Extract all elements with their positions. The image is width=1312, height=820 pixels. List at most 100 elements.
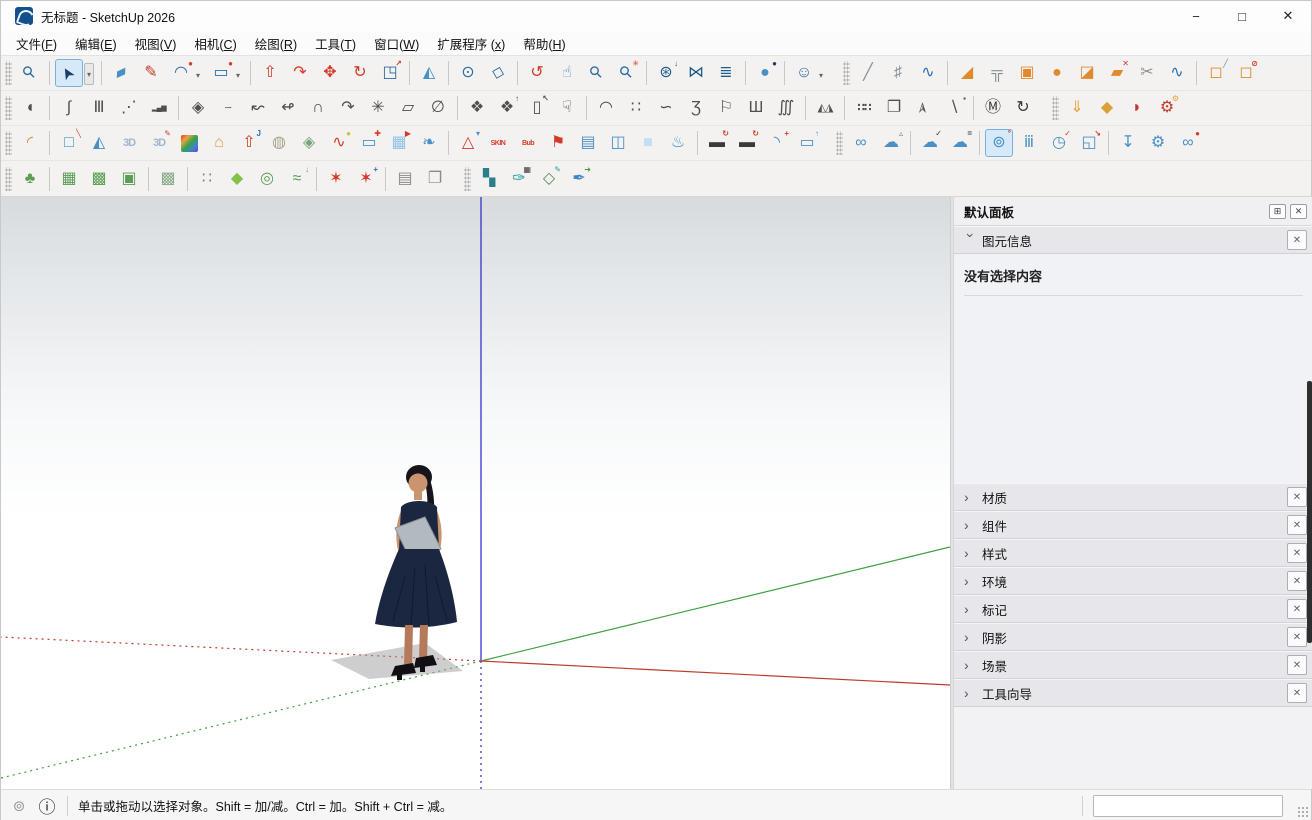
mat-dropper-checker-button[interactable]: ✑▦ xyxy=(505,165,533,193)
ext-pipe-rotate-2-button[interactable]: ▬↻ xyxy=(733,129,761,157)
ext-corner-arc-button[interactable]: ◜ xyxy=(16,129,44,157)
search-tool-button[interactable]: ⚲ xyxy=(16,59,44,87)
plugin-smooth-button[interactable]: ∿ xyxy=(1163,59,1191,87)
toolbar-grip[interactable] xyxy=(843,61,850,85)
toolbar-grip[interactable] xyxy=(5,96,12,120)
jhs-break-node-button[interactable]: ↫ xyxy=(274,94,302,122)
panel-section-close-button[interactable]: ✕ xyxy=(1287,515,1307,535)
pin-star-1-button[interactable]: ✶ xyxy=(322,165,350,193)
panel-section-close-button[interactable]: ✕ xyxy=(1287,487,1307,507)
doc-copy-button[interactable]: ❐ xyxy=(421,165,449,193)
cloud-sync-button[interactable]: ☁= xyxy=(946,129,974,157)
ext-door-button[interactable]: ◫ xyxy=(604,129,632,157)
mat-dropper-arrow-button[interactable]: ✒➜ xyxy=(565,165,593,193)
veg-gem-button[interactable]: ◆ xyxy=(223,165,251,193)
ext-3d-text-button[interactable]: 3D xyxy=(115,129,143,157)
jhs-dots-grid-button[interactable]: ∷∷ xyxy=(850,94,878,122)
doc-report-button[interactable]: ▤ xyxy=(391,165,419,193)
geolocation-icon[interactable]: ⊚ xyxy=(9,796,29,816)
menu-item-7[interactable]: 窗口(W) xyxy=(365,31,428,56)
jhs-north-arrow-button[interactable]: ➢ xyxy=(910,94,938,122)
jhs-flag-button[interactable]: ⚐ xyxy=(712,94,740,122)
window-resize-grip[interactable] xyxy=(1297,806,1309,818)
panel-section-close-button[interactable]: ✕ xyxy=(1287,543,1307,563)
ext-shell-button[interactable]: ◍ xyxy=(265,129,293,157)
jhs-comb-button[interactable]: Ш xyxy=(742,94,770,122)
minimize-button[interactable]: − xyxy=(1173,1,1219,31)
ext-checker-play-button[interactable]: ▦▶ xyxy=(385,129,413,157)
3d-warehouse-button[interactable]: ⊛↓ xyxy=(652,59,680,87)
ext-arc-plus-button[interactable]: ◝+ xyxy=(763,129,791,157)
follow-me-tool-button[interactable]: ↷ xyxy=(286,59,314,87)
pzk-settings-button[interactable]: ⚙⚙ xyxy=(1153,94,1181,122)
jhs-pipe-button[interactable]: ∅ xyxy=(424,94,452,122)
push-pull-tool-button[interactable]: ⇧ xyxy=(256,59,284,87)
menu-item-8[interactable]: 扩展程序 (x) xyxy=(428,31,514,56)
rectangle-tool-button[interactable]: ▭●▾ xyxy=(207,59,235,87)
rotate-tool-button[interactable]: ↻ xyxy=(346,59,374,87)
menu-item-3[interactable]: 视图(V) xyxy=(126,31,186,56)
arc-tool-button[interactable]: ◠●▾ xyxy=(167,59,195,87)
ext-basket-button[interactable]: ▤ xyxy=(574,129,602,157)
ext-mirror-button[interactable]: ◭ xyxy=(85,129,113,157)
share-model-button[interactable]: ≣ xyxy=(712,59,740,87)
plugin-panel-button[interactable]: ◪ xyxy=(1073,59,1101,87)
assets-active-button[interactable]: ⊚° xyxy=(985,129,1013,157)
ext-3d-edit-button[interactable]: 3D✎ xyxy=(145,129,173,157)
pzk-paint-button[interactable]: ◗ xyxy=(1123,94,1151,122)
toolbar-grip[interactable] xyxy=(1052,96,1059,120)
history-clock-button[interactable]: ◷✓ xyxy=(1045,129,1073,157)
veg-rings-button[interactable]: ◎ xyxy=(253,165,281,193)
menu-item-1[interactable]: 文件(F) xyxy=(7,31,66,56)
jhs-node-star-button[interactable]: ✳ xyxy=(364,94,392,122)
zoom-tool-button[interactable]: ⚲ xyxy=(583,59,611,87)
jhs-column-button[interactable]: Ⅲ xyxy=(85,94,113,122)
panel-section-close-button[interactable]: ✕ xyxy=(1287,655,1307,675)
plugin-delete-face-button[interactable]: ▰✕ xyxy=(1103,59,1131,87)
arc-tool-dropdown-caret[interactable]: ▾ xyxy=(193,67,203,83)
select-tool-button[interactable]: ➤▾ xyxy=(55,59,83,87)
ext-pipe-rotate-1-button[interactable]: ▬↻ xyxy=(703,129,731,157)
zoom-extents-tool-button[interactable]: ⚲✳ xyxy=(613,59,641,87)
line-tool-button[interactable]: ✎ xyxy=(137,59,165,87)
ext-rainbow-button[interactable] xyxy=(175,129,203,157)
cloud-check-button[interactable]: ☁✓ xyxy=(916,129,944,157)
jhs-beads-button[interactable]: ∷ xyxy=(622,94,650,122)
plugin-tree-button[interactable]: ╦ xyxy=(983,59,1011,87)
veg-texture-frame-button[interactable]: ▩ xyxy=(154,165,182,193)
close-panel-button[interactable]: ✕ xyxy=(1290,204,1307,219)
orbit-tool-button[interactable]: ↺ xyxy=(523,59,551,87)
plugin-fence-button[interactable]: ♯ xyxy=(884,59,912,87)
plugin-knife-button[interactable]: ✂ xyxy=(1133,59,1161,87)
jhs-weld-button[interactable]: ∙−∙ xyxy=(214,94,242,122)
panel-section-close-button[interactable]: ✕ xyxy=(1287,627,1307,647)
extension-warehouse-button[interactable]: ⋈ xyxy=(682,59,710,87)
pan-tool-button[interactable]: ☝ xyxy=(553,59,581,87)
ext-blue-square-button[interactable]: ■ xyxy=(634,129,662,157)
pin-star-2-button[interactable]: ✶+ xyxy=(352,165,380,193)
toolbar-grip[interactable] xyxy=(5,167,12,191)
ext-globe-flag-button[interactable]: ⚑ xyxy=(544,129,572,157)
jhs-spiral-button[interactable]: Ʒ xyxy=(682,94,710,122)
plugin-frame-button[interactable]: ▣ xyxy=(1013,59,1041,87)
jhs-model-circle-button[interactable]: Ⓜ xyxy=(979,94,1007,122)
jhs-chart-button[interactable]: ▂▄▆ xyxy=(145,94,173,122)
plugin-edge-erase-button[interactable]: ◻⊘ xyxy=(1232,59,1260,87)
pin-panel-button[interactable]: ⊞ xyxy=(1269,204,1286,219)
panel-section-3[interactable]: ›样式✕ xyxy=(954,539,1312,567)
scale-tool-button[interactable]: ◳↗ xyxy=(376,59,404,87)
ext-water-drop-button[interactable]: △▾ xyxy=(454,129,482,157)
plugin-ramp-button[interactable]: ╱ xyxy=(854,59,882,87)
jhs-mirror-button[interactable]: ◭◮ xyxy=(811,94,839,122)
veg-trees-button[interactable]: ♣ xyxy=(16,165,44,193)
cloud-share-button[interactable]: ☁▵ xyxy=(877,129,905,157)
menu-item-9[interactable]: 帮助(H) xyxy=(514,31,574,56)
close-button[interactable]: ✕ xyxy=(1265,1,1311,31)
panel-section-close-button[interactable]: ✕ xyxy=(1287,683,1307,703)
settings-gear-button[interactable]: ⚙ xyxy=(1144,129,1172,157)
menu-item-6[interactable]: 工具(T) xyxy=(306,31,365,56)
jhs-rotate-circle-button[interactable]: ↻ xyxy=(1009,94,1037,122)
toolbar-grip[interactable] xyxy=(5,131,12,155)
account-button[interactable]: ☺▾ xyxy=(790,59,818,87)
plugin-flatten-button[interactable]: ∿ xyxy=(914,59,942,87)
